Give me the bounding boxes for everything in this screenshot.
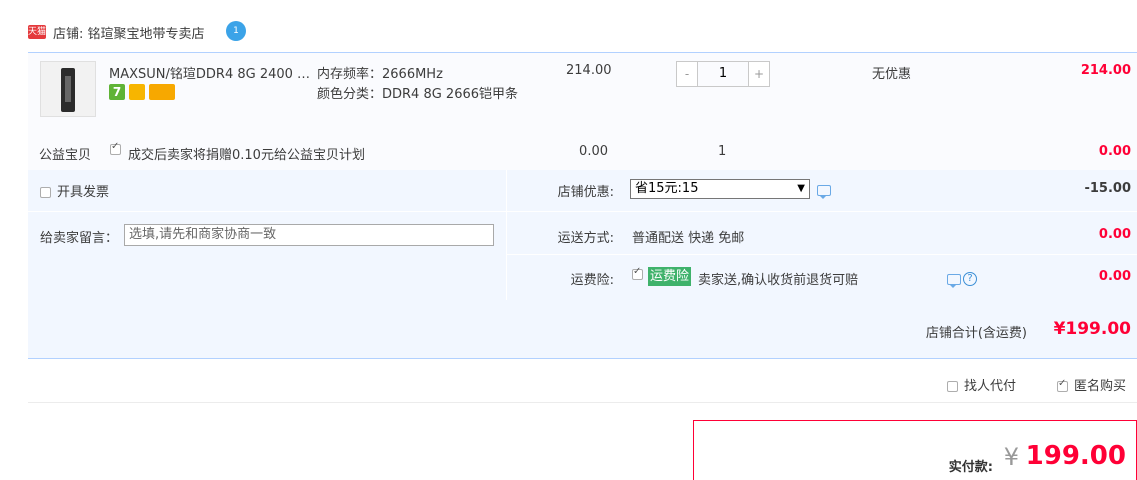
payment-total: 199.00 [1025,441,1126,471]
message-bubble-icon[interactable] [947,274,961,288]
promotion-text: 无优惠 [872,67,912,82]
charity-checkbox [110,141,121,155]
insurance-checkbox [632,266,643,280]
charity-qty: 1 [718,144,727,159]
quantity-plus-button[interactable]: + [748,61,770,87]
coupon-selected-value: 省15元:15 [635,181,699,196]
anonymous-label: 匿名购买 [1074,379,1127,394]
invoice-option[interactable]: 开具发票 [40,181,109,200]
coupon-label: 店铺优惠: [557,185,614,200]
seller-note-input[interactable]: 选填,请先和商家协商一致 [124,224,494,246]
guarantee-icon[interactable] [129,84,145,100]
divider [506,170,507,300]
dropdown-arrow-icon: ▼ [797,183,805,194]
quantity-input[interactable]: 1 [698,61,748,87]
payment-summary: 实付款: ¥ 199.00 [693,420,1137,480]
product-title-link[interactable]: MAXSUN/铭瑄DDR4 8G 2400 2... [109,63,314,82]
shipping-method: 普通配送 快递 免邮 [632,231,745,246]
chat-icon[interactable]: 1 [226,21,246,41]
insurance-label: 运费险: [570,273,614,288]
divider [28,402,1137,403]
item-subtotal: 214.00 [1080,63,1131,78]
note-label: 给卖家留言： [40,231,119,246]
shipping-label: 运送方式: [557,231,614,246]
coupon-select[interactable]: 省15元:15 ▼ [630,179,810,199]
credit-card-icon[interactable] [149,84,175,100]
anonymous-checkbox[interactable] [1057,378,1068,392]
coupon-value: -15.00 [1084,181,1131,196]
quantity-minus-button[interactable]: - [676,61,698,87]
charity-row: 公益宝贝 成交后卖家将捐赠0.10元给公益宝贝计划 0.00 1 0.00 [28,135,1137,169]
service-badges: 7 [109,84,179,100]
payment-currency: ¥ [1003,443,1019,471]
insurance-text: 卖家送,确认收货前退货可赔 [698,273,859,288]
shop-total-value: ¥199.00 [1053,319,1131,339]
message-bubble-icon[interactable] [817,185,831,199]
shop-total-row: 店铺合计(含运费) ¥199.00 [28,302,1137,359]
charity-label: 公益宝贝 [39,148,92,163]
divider [506,254,1137,255]
divider [506,211,1137,212]
order-options: 开具发票 给卖家留言： 选填,请先和商家协商一致 店铺优惠: 省15元:15 ▼… [28,170,1137,302]
charity-text: 成交后卖家将捐赠0.10元给公益宝贝计划 [128,148,365,163]
product-prop-color: 颜色分类：DDR4 8G 2666铠甲条 [317,87,519,102]
divider [28,211,506,212]
charity-total: 0.00 [1098,144,1131,159]
product-prop-frequency: 内存频率：2666MHz [317,67,443,82]
pay-for-me-option[interactable]: 找人代付 [947,375,1016,394]
invoice-checkbox[interactable] [40,187,51,198]
unit-price: 214.00 [566,63,612,78]
help-icon[interactable]: ? [963,272,977,286]
shipping-value: 0.00 [1098,227,1131,242]
product-thumbnail[interactable] [40,61,96,117]
payment-label: 实付款: [948,460,993,475]
shop-name-link[interactable]: 店铺: 铭瑄聚宝地带专卖店 [53,23,205,42]
insurance-value: 0.00 [1098,269,1131,284]
seven-day-return-icon[interactable]: 7 [109,84,125,100]
insurance-tag: 运费险 [648,267,692,286]
order-item: MAXSUN/铭瑄DDR4 8G 2400 2... 7 内存频率：2666MH… [28,52,1137,170]
invoice-label: 开具发票 [57,185,110,200]
shop-total-label: 店铺合计(含运费) [925,326,1027,341]
pay-for-me-label: 找人代付 [964,379,1017,394]
tmall-icon: 天猫 [28,25,47,39]
pay-for-me-checkbox[interactable] [947,381,958,392]
charity-price: 0.00 [579,144,608,159]
anonymous-option[interactable]: 匿名购买 [1057,375,1126,394]
